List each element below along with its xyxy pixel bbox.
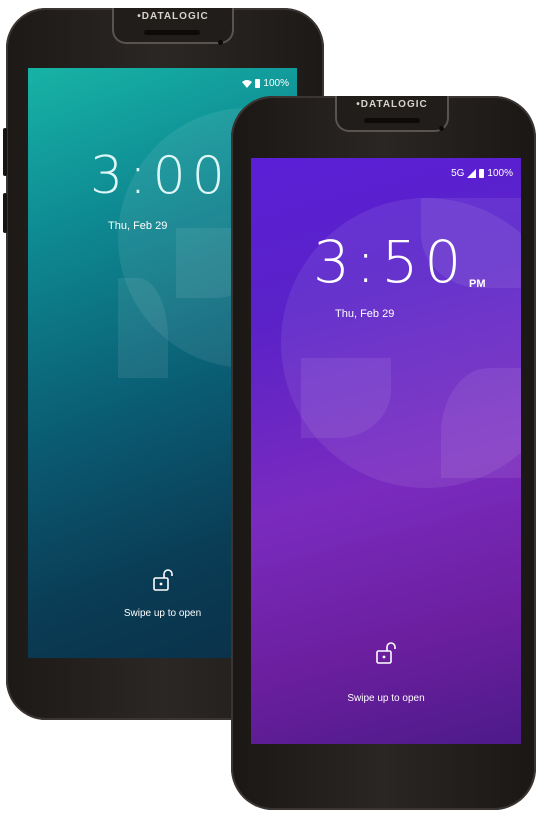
lock-date: Thu, Feb 29 — [335, 308, 395, 320]
front-camera — [218, 40, 223, 45]
earpiece-speaker — [364, 118, 420, 123]
swipe-hint: Swipe up to open — [347, 693, 425, 704]
lock-date: Thu, Feb 29 — [108, 220, 168, 232]
unlock-icon[interactable] — [151, 568, 175, 592]
front-camera — [439, 126, 444, 131]
am-pm-indicator: PM — [469, 278, 486, 290]
lock-screen[interactable]: 5G 100% 3:50 PM Thu, Feb 29 Swipe up to … — [251, 158, 521, 744]
wifi-icon — [242, 79, 253, 88]
top-notch: •DATALOGIC — [335, 96, 449, 132]
earpiece-speaker — [144, 30, 200, 35]
status-bar: 5G 100% — [451, 168, 513, 179]
front-phone: •DATALOGIC 5G 100% 3:50 PM Thu, Feb 29 S… — [231, 96, 536, 810]
top-notch: •DATALOGIC — [112, 8, 234, 44]
lock-clock: 3:00 — [90, 146, 231, 206]
side-button — [3, 193, 7, 233]
lock-clock: 3:50 — [313, 228, 468, 296]
battery-icon — [479, 169, 485, 178]
brand-logo: •DATALOGIC — [137, 11, 209, 22]
network-label: 5G — [451, 168, 465, 179]
volume-button — [3, 128, 7, 176]
signal-icon — [467, 169, 477, 178]
battery-icon — [255, 79, 261, 88]
battery-percentage: 100% — [263, 78, 289, 89]
battery-percentage: 100% — [487, 168, 513, 179]
unlock-icon[interactable] — [374, 641, 398, 665]
status-bar: 100% — [242, 78, 289, 89]
brand-logo: •DATALOGIC — [356, 99, 428, 110]
